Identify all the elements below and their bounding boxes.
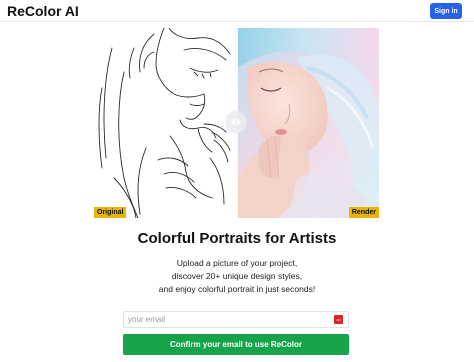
description-line: and enjoy colorful portrait in just seco… (0, 283, 474, 296)
color-portrait (237, 28, 379, 218)
original-tag: Original (94, 207, 126, 218)
description-line: Upload a picture of your project, (0, 257, 474, 270)
render-tag: Render (349, 207, 379, 218)
rendered-color-image (237, 28, 379, 218)
email-field[interactable] (124, 312, 329, 327)
before-after-comparison[interactable]: Original Render (94, 28, 379, 218)
top-header: ReColor AI Sign in (0, 0, 474, 22)
slider-handle-icon[interactable] (225, 111, 247, 133)
line-art-portrait (94, 28, 237, 218)
page-title: Colorful Portraits for Artists (0, 230, 474, 247)
original-line-art-image (94, 28, 237, 218)
password-manager-icon[interactable]: ••• (334, 315, 343, 324)
email-field-wrapper: ••• (123, 311, 349, 328)
sign-in-button[interactable]: Sign in (430, 3, 462, 19)
brand-logo[interactable]: ReColor AI (7, 3, 79, 19)
page-description: Upload a picture of your project, discov… (0, 257, 474, 296)
confirm-email-button[interactable]: Confirm your email to use ReColor (123, 334, 349, 355)
description-line: discover 20+ unique design styles, (0, 270, 474, 283)
